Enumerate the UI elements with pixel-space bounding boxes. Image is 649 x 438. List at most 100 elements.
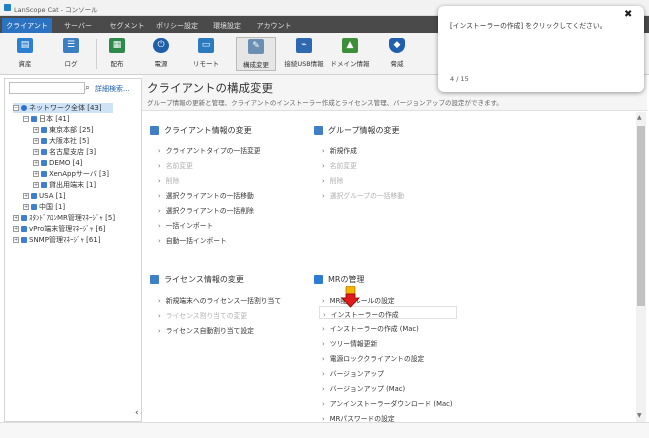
link-label: インストーラーの作成 [330, 311, 399, 319]
link-label: 自動一括インポート [165, 237, 227, 245]
power-label: 電源 [154, 60, 168, 68]
close-icon[interactable]: ✖ [624, 9, 632, 20]
scrollbar-thumb[interactable] [637, 126, 645, 306]
link-label: ツリー情報更新 [329, 340, 378, 348]
link-power-lock[interactable]: › 電源ロッククライアントの設定 [322, 353, 424, 363]
expand-icon[interactable]: + [33, 149, 39, 155]
link-label: 選択グループの一括移動 [329, 192, 405, 200]
main-panel: クライアントの構成変更 グループ情報の更新と管理、クライアントのインストーラー作… [142, 75, 647, 423]
link-version-up[interactable]: › バージョンアップ [322, 368, 384, 378]
tree-item-xenapp[interactable]: + XenAppサーバ [3] [33, 169, 109, 179]
tree-item-label: ｽﾀﾝﾄﾞｱﾛﾝMR管理ﾏﾈｰｼﾞｬ [5] [29, 214, 116, 222]
remote-button[interactable]: ▭ リモート [188, 37, 224, 71]
expand-icon[interactable]: + [33, 160, 39, 166]
expand-icon[interactable]: + [23, 193, 29, 199]
asset-label: 資産 [18, 60, 32, 68]
main-scrollbar[interactable]: ▲ ▼ [636, 112, 646, 422]
log-icon: ☰ [63, 38, 79, 53]
expand-icon[interactable]: + [33, 127, 39, 133]
link-bulk-move[interactable]: › 選択クライアントの一括移動 [158, 190, 254, 200]
tooltip-message: [インストーラーの作成] をクリックしてください。 [450, 22, 607, 30]
tree-item-snmp[interactable]: + SNMP管理ﾏﾈｰｼﾞｬ [61] [13, 235, 101, 245]
link-client-type-change[interactable]: › クライアントタイプの一括変更 [158, 145, 261, 155]
link-label: 名前変更 [165, 162, 193, 170]
power-button[interactable]: ⏻ 電源 [144, 37, 178, 71]
link-bulk-import[interactable]: › 一括インポート [158, 220, 213, 230]
tree-item-demo[interactable]: + DEMO [4] [33, 158, 83, 168]
link-label: 削除 [165, 177, 180, 185]
link-license-auto-assign[interactable]: › ライセンス自動割り当て設定 [158, 325, 254, 335]
threat-label: 脅威 [390, 60, 404, 68]
link-label: 名前変更 [329, 162, 357, 170]
tab-server[interactable]: サーバー [56, 18, 100, 33]
link-delete-client: › 削除 [158, 177, 180, 185]
link-new-group[interactable]: › 新規作成 [322, 145, 357, 155]
tree-item-nagoya[interactable]: + 名古屋支店 [3] [33, 147, 96, 157]
collapse-icon[interactable]: − [23, 116, 29, 122]
distribute-button[interactable]: ▦ 配布 [100, 37, 134, 71]
expand-icon[interactable]: + [33, 171, 39, 177]
link-tree-update[interactable]: › ツリー情報更新 [322, 338, 377, 348]
link-uninstaller-download[interactable]: › アンインストーラーダウンロード (Mac) [322, 398, 453, 408]
log-button[interactable]: ☰ ログ [54, 37, 88, 71]
link-label: 新規作成 [329, 147, 357, 155]
config-change-button[interactable]: ✎ 構成変更 [236, 37, 276, 71]
advanced-search-link[interactable]: 詳細検索... [95, 84, 130, 94]
link-bulk-delete[interactable]: › 選択クライアントの一括削除 [158, 205, 254, 215]
usb-info-button[interactable]: ⌁ 接続USB情報 [282, 37, 326, 71]
threat-button[interactable]: ◆ 脅威 [380, 37, 414, 71]
link-label: 削除 [329, 177, 344, 185]
link-license-bulk-assign[interactable]: › 新規端末へのライセンス一括割り当て [158, 295, 281, 305]
collapse-icon[interactable]: − [13, 105, 19, 111]
network-icon [21, 105, 27, 111]
tree-item-label: SNMP管理ﾏﾈｰｼﾞｬ [61] [29, 236, 101, 244]
link-label: アンインストーラーダウンロード (Mac) [329, 400, 453, 408]
tree-item-standalone-mr[interactable]: + ｽﾀﾝﾄﾞｱﾛﾝMR管理ﾏﾈｰｼﾞｬ [5] [13, 213, 115, 223]
link-auto-import[interactable]: › 自動一括インポート [158, 235, 227, 245]
tree-item-tokyo[interactable]: + 東京本部 [25] [33, 125, 94, 135]
scroll-up-icon[interactable]: ▲ [637, 114, 642, 121]
usb-icon: ⌁ [296, 38, 312, 53]
tree-item-label: ネットワーク全体 [43] [29, 104, 102, 112]
tab-policy[interactable]: ポリシー設定 [150, 18, 204, 33]
link-label: 一括インポート [165, 222, 214, 230]
mr-icon [314, 275, 323, 284]
distribute-label: 配布 [110, 60, 124, 68]
expand-icon[interactable]: + [13, 226, 19, 232]
tab-account[interactable]: アカウント [252, 18, 296, 33]
tree-item-usa[interactable]: + USA [1] [23, 191, 66, 201]
status-bar [0, 422, 649, 438]
tree-item-rental[interactable]: + 貸出用端末 [1] [33, 180, 96, 190]
domain-info-button[interactable]: ▲ ドメイン情報 [330, 37, 370, 71]
config-icon: ✎ [248, 39, 264, 54]
expand-icon[interactable]: + [23, 204, 29, 210]
expand-icon[interactable]: + [13, 215, 19, 221]
tree-item-osaka[interactable]: + 大阪本社 [5] [33, 136, 89, 146]
asset-button[interactable]: ▤ 資産 [8, 37, 42, 71]
link-version-up-mac[interactable]: › バージョンアップ (Mac) [322, 383, 405, 393]
section-mr-management: MRの管理 [314, 274, 364, 285]
group-icon [31, 204, 37, 210]
tab-environment[interactable]: 環境設定 [204, 18, 250, 33]
tree-item-vpro[interactable]: + vPro端末管理ﾏﾈｰｼﾞｬ [6] [13, 224, 105, 234]
expand-icon[interactable]: + [13, 237, 19, 243]
tree-item-japan[interactable]: − 日本 [41] [23, 114, 70, 124]
link-label: 選択クライアントの一括移動 [165, 192, 254, 200]
shield-icon: ◆ [389, 38, 405, 53]
link-delete-group: › 削除 [322, 177, 344, 185]
tree-item-china[interactable]: + 中国 [1] [23, 202, 65, 212]
expand-icon[interactable]: + [33, 138, 39, 144]
tree-item-network-all[interactable]: − ネットワーク全体 [43] [13, 103, 113, 113]
search-input[interactable] [9, 82, 85, 94]
tab-client[interactable]: クライアント [2, 18, 52, 33]
scroll-down-icon[interactable]: ▼ [637, 412, 642, 419]
search-icon[interactable]: ⌕ [83, 82, 92, 94]
toolbar-divider [96, 39, 97, 69]
expand-icon[interactable]: + [33, 182, 39, 188]
section-client-info: クライアント情報の変更 [150, 125, 252, 136]
link-create-installer-mac[interactable]: › インストーラーの作成 (Mac) [322, 323, 419, 333]
tab-segment[interactable]: セグメント [104, 18, 150, 33]
link-label: クライアントタイプの一括変更 [165, 147, 261, 155]
tree-item-label: USA [1] [39, 192, 66, 200]
collapse-sidebar-icon[interactable]: ‹ [135, 408, 139, 418]
